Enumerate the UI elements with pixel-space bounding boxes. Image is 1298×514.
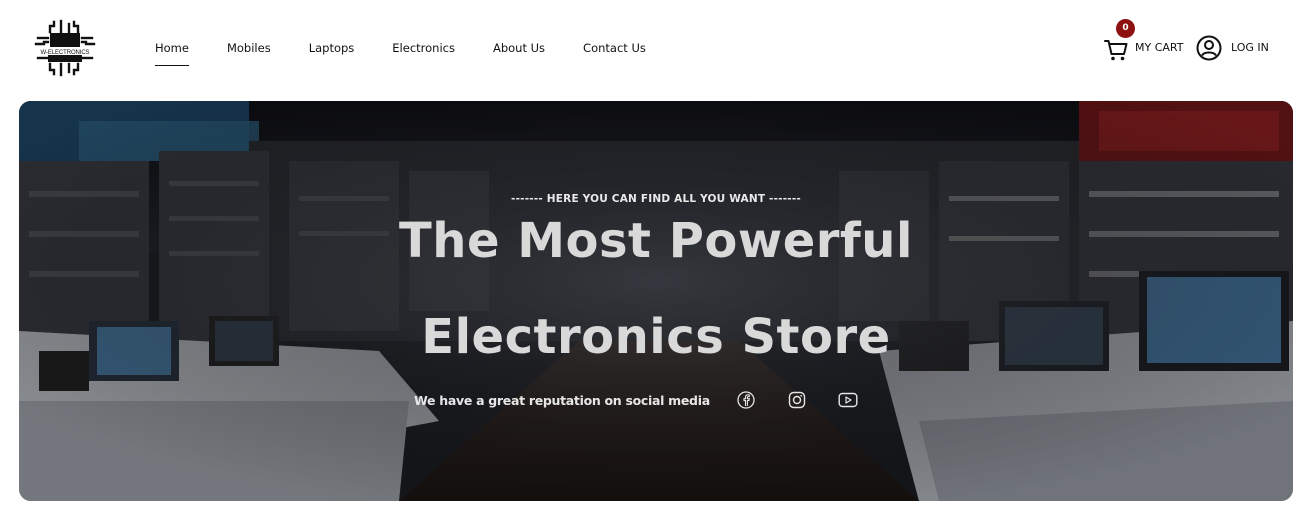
- nav-mobiles[interactable]: Mobiles: [227, 40, 271, 56]
- chip-logo-icon: [34, 19, 96, 77]
- hero-title-line-1: The Most Powerful: [399, 213, 913, 269]
- brand-logo[interactable]: W-ELECTRONICS: [34, 18, 96, 78]
- login-button[interactable]: LOG IN: [1196, 35, 1272, 63]
- cart-icon: [1104, 40, 1128, 61]
- nav-about-us[interactable]: About Us: [493, 40, 545, 56]
- hero-social-row: We have a great reputation on social med…: [414, 388, 887, 412]
- facebook-icon[interactable]: [734, 388, 758, 412]
- logo-text: W-ELECTRONICS: [40, 50, 90, 56]
- hero-dark-overlay: [19, 101, 1293, 501]
- cart-label: MY CART: [1135, 41, 1184, 54]
- social-reputation-text: We have a great reputation on social med…: [414, 392, 710, 408]
- cart-button[interactable]: MY CART: [1104, 36, 1186, 64]
- nav-electronics[interactable]: Electronics: [392, 40, 455, 56]
- youtube-icon[interactable]: [836, 388, 860, 412]
- instagram-icon[interactable]: [785, 388, 809, 412]
- cart-count-badge: 0: [1116, 19, 1135, 38]
- site-header: W-ELECTRONICS Home Mobiles Laptops Elect…: [0, 0, 1298, 96]
- main-nav: Home Mobiles Laptops Electronics About U…: [155, 40, 684, 66]
- nav-laptops[interactable]: Laptops: [309, 40, 355, 56]
- hero-eyebrow: ------- HERE YOU CAN FIND ALL YOU WANT -…: [511, 193, 801, 205]
- nav-contact-us[interactable]: Contact Us: [583, 40, 646, 56]
- login-label: LOG IN: [1231, 41, 1269, 54]
- nav-home[interactable]: Home: [155, 40, 189, 66]
- user-circle-icon: [1196, 35, 1222, 61]
- hero-banner: ------- HERE YOU CAN FIND ALL YOU WANT -…: [19, 101, 1293, 501]
- hero-title-line-2: Electronics Store: [421, 309, 891, 365]
